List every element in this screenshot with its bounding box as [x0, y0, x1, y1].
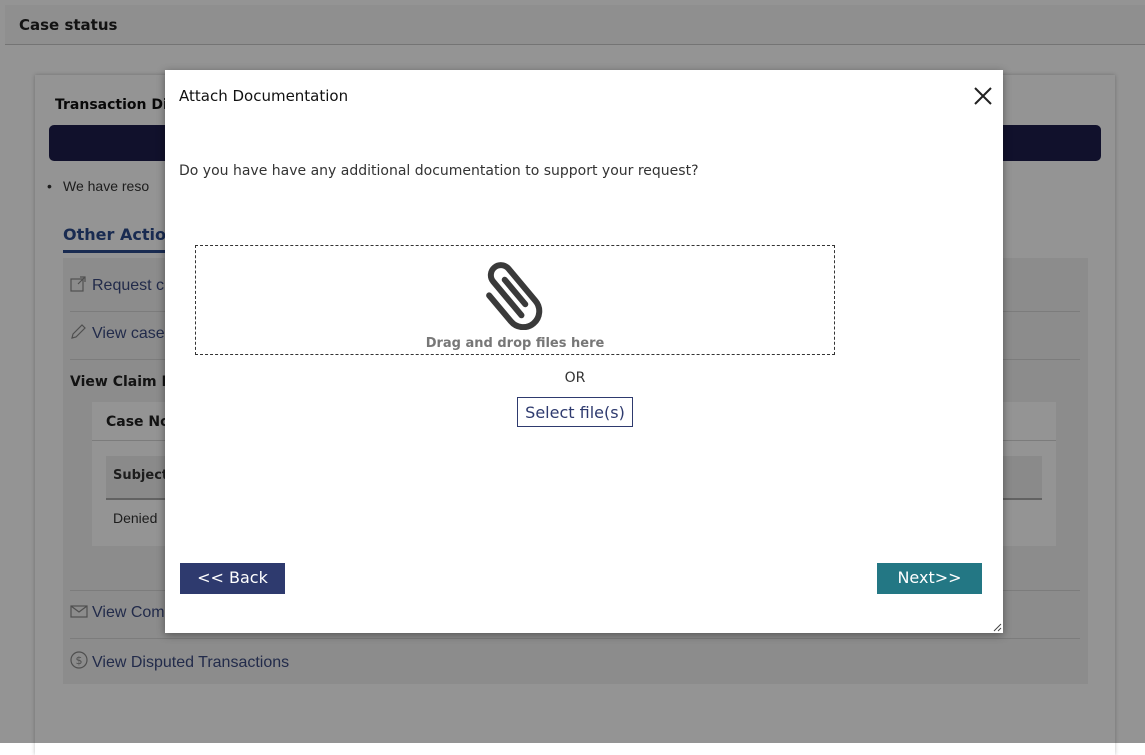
or-label: OR [564, 370, 586, 386]
question-text: Do you have have any additional document… [179, 163, 699, 179]
close-icon [974, 87, 992, 105]
close-button[interactable] [971, 84, 995, 108]
file-dropzone[interactable]: Drag and drop files here [195, 245, 835, 355]
attach-documentation-modal: Attach Documentation Do you have have an… [165, 70, 1003, 633]
modal-title: Attach Documentation [179, 87, 349, 105]
paperclip-icon [486, 262, 543, 330]
resize-handle-icon[interactable] [992, 622, 1002, 632]
select-files-button[interactable]: Select file(s) [517, 397, 633, 427]
next-button[interactable]: Next>> [877, 563, 982, 594]
back-button[interactable]: << Back [180, 563, 285, 594]
dropzone-label: Drag and drop files here [425, 336, 605, 351]
